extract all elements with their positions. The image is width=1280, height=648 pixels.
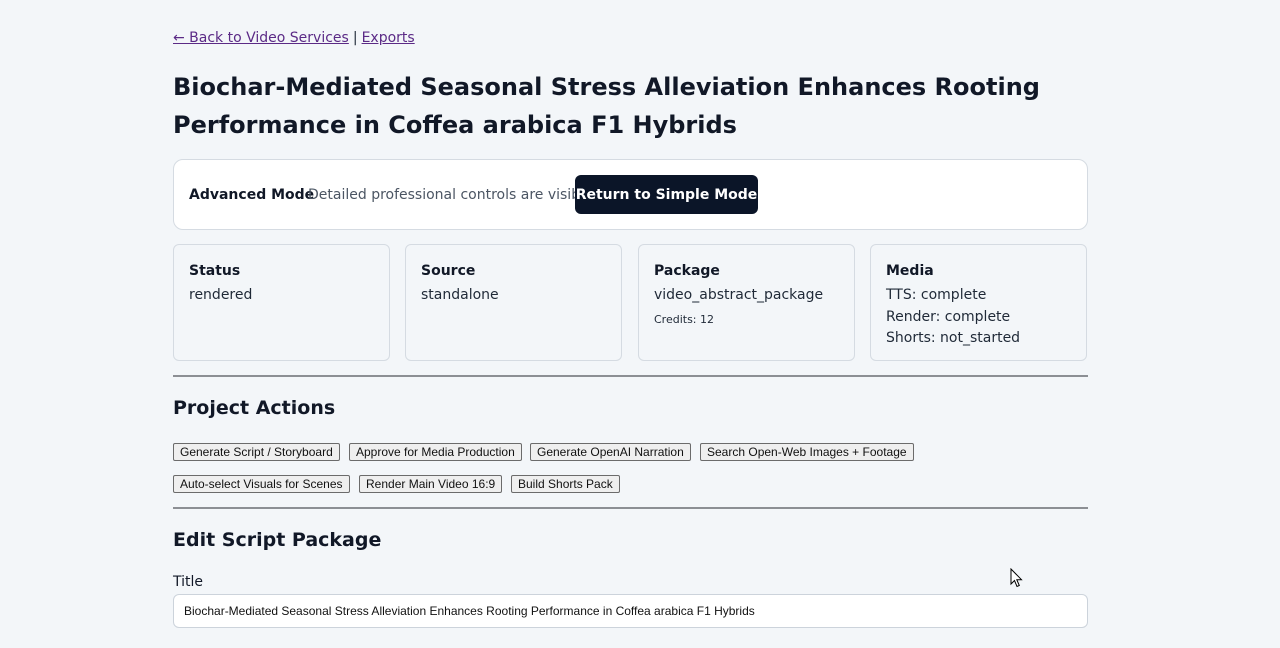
package-card: Package video_abstract_package Credits: … — [638, 244, 855, 361]
auto-select-visuals-button[interactable]: Auto-select Visuals for Scenes — [173, 475, 350, 493]
status-card: Status rendered — [173, 244, 390, 361]
build-shorts-pack-button[interactable]: Build Shorts Pack — [511, 475, 620, 493]
render-main-video-button[interactable]: Render Main Video 16:9 — [359, 475, 503, 493]
source-value: standalone — [421, 287, 499, 303]
mouse-pointer-icon — [1010, 568, 1023, 588]
return-to-simple-mode-button[interactable]: Return to Simple Mode — [575, 175, 758, 214]
mode-label: Advanced Mode — [189, 187, 315, 203]
source-label: Source — [421, 263, 476, 279]
media-tts-status: TTS: complete — [886, 287, 987, 303]
mode-description: Detailed professional controls are visib… — [308, 187, 598, 203]
page-title: Biochar-Mediated Seasonal Stress Allevia… — [173, 73, 1040, 139]
media-shorts-status: Shorts: not_started — [886, 330, 1021, 346]
title-field-label: Title — [173, 574, 204, 590]
exports-link[interactable]: Exports — [362, 30, 415, 46]
edit-script-package-heading: Edit Script Package — [173, 529, 382, 551]
search-open-web-images-footage-button[interactable]: Search Open-Web Images + Footage — [700, 443, 914, 461]
title-input[interactable] — [173, 594, 1088, 628]
status-label: Status — [189, 263, 241, 279]
media-render-status: Render: complete — [886, 308, 1011, 325]
package-value: video_abstract_package — [654, 287, 824, 303]
media-values: TTS: complete Render: complete Shorts: n… — [886, 285, 1020, 350]
media-label: Media — [886, 263, 934, 279]
back-to-video-services-link[interactable]: ← Back to Video Services — [173, 30, 349, 46]
source-card: Source standalone — [405, 244, 622, 361]
package-label: Package — [654, 263, 720, 279]
section-divider — [173, 375, 1088, 377]
media-card: Media TTS: complete Render: complete Sho… — [870, 244, 1087, 361]
breadcrumb-separator: | — [352, 30, 358, 46]
generate-openai-narration-button[interactable]: Generate OpenAI Narration — [530, 443, 691, 461]
package-credits: Credits: 12 — [654, 312, 715, 326]
generate-script-storyboard-button[interactable]: Generate Script / Storyboard — [173, 443, 340, 461]
project-actions-heading: Project Actions — [173, 397, 336, 419]
breadcrumb: ← Back to Video Services | Exports — [173, 30, 415, 46]
approve-for-media-production-button[interactable]: Approve for Media Production — [349, 443, 522, 461]
status-value: rendered — [189, 287, 253, 303]
mode-bar: Advanced Mode Detailed professional cont… — [173, 159, 1088, 230]
package-values: video_abstract_package Credits: 12 — [654, 285, 823, 330]
section-divider — [173, 507, 1088, 509]
